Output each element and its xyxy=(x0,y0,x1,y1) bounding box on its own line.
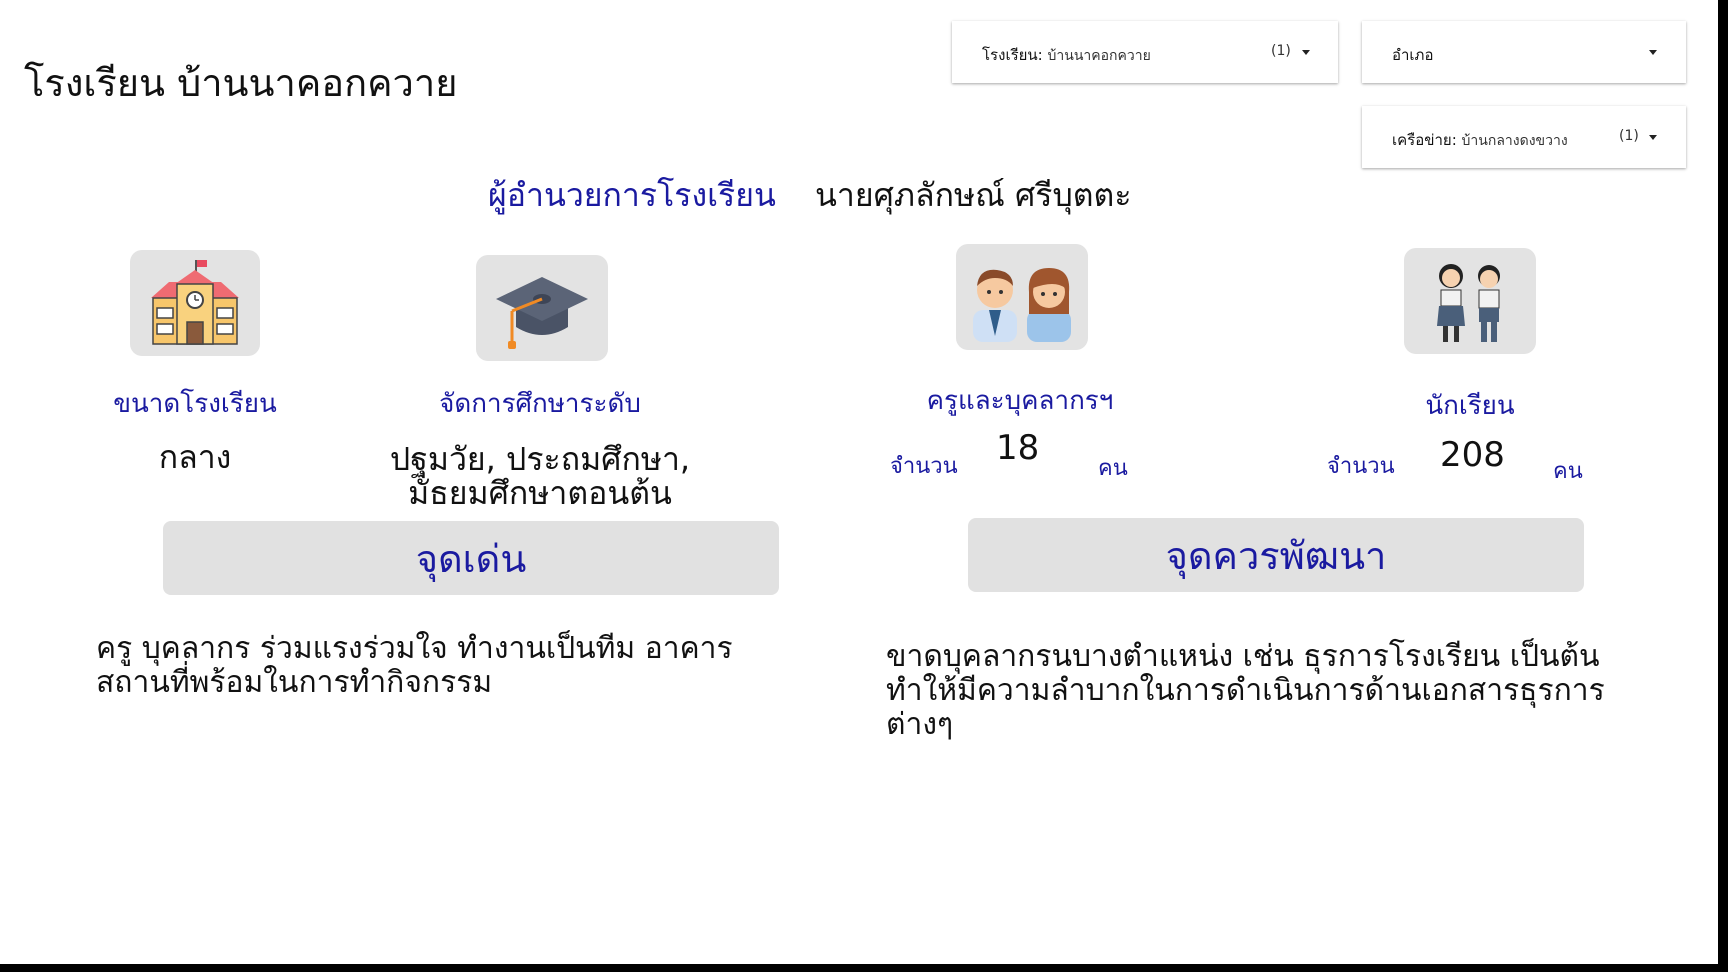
students-unit: คน xyxy=(1553,459,1583,484)
school-building-icon xyxy=(130,250,260,356)
school-size-value: กลาง xyxy=(158,438,232,476)
improvements-line: ทำให้มีความลำบากในการดำเนินการด้านเอกสาร… xyxy=(886,673,1605,708)
education-level-value-line2: มัธยมศึกษาตอนต้น xyxy=(408,474,672,512)
improvements-line: ขาดบุคลากรนบางตำแหน่ง เช่น ธุรการโรงเรีย… xyxy=(886,639,1600,674)
improvements-text: ขาดบุคลากรนบางตำแหน่ง เช่น ธุรการโรงเรีย… xyxy=(886,640,1686,742)
staff-label: ครูและบุคลากรฯ xyxy=(926,386,1114,416)
school-filter-dropdown[interactable]: โรงเรียน: บ้านนาคอกควาย (1) xyxy=(952,21,1338,83)
students-count: 208 xyxy=(1440,435,1505,475)
page-title: โรงเรียน บ้านนาคอกควาย xyxy=(24,61,458,105)
staff-prefix: จำนวน xyxy=(890,454,958,479)
school-size-label: ขนาดโรงเรียน xyxy=(113,389,277,419)
school-filter-value: บ้านนาคอกควาย xyxy=(1047,48,1151,64)
students-prefix: จำนวน xyxy=(1327,454,1395,479)
staff-unit: คน xyxy=(1098,456,1128,481)
network-filter-count: (1) xyxy=(1619,128,1639,144)
chevron-down-icon xyxy=(1649,50,1657,55)
network-filter-label: เครือข่าย xyxy=(1392,131,1452,149)
graduation-cap-icon xyxy=(476,255,608,361)
district-filter-dropdown[interactable]: อำเภอ xyxy=(1362,21,1686,83)
chevron-down-icon xyxy=(1302,50,1310,55)
network-filter-value: บ้านกลางดงขวาง xyxy=(1461,133,1568,149)
education-level-label: จัดการศึกษาระดับ xyxy=(439,389,641,419)
students-icon xyxy=(1404,248,1536,354)
school-filter-count: (1) xyxy=(1271,43,1291,59)
school-filter-label: โรงเรียน xyxy=(982,46,1038,64)
district-filter-label: อำเภอ xyxy=(1392,46,1434,64)
staff-count: 18 xyxy=(996,428,1040,468)
report-canvas: โรงเรียน บ้านนาคอกควาย โรงเรียน: บ้านนาค… xyxy=(0,0,1718,964)
students-label: นักเรียน xyxy=(1425,391,1515,421)
director-name: นายศุภลักษณ์ ศรีบุตตะ xyxy=(815,176,1132,214)
chevron-down-icon xyxy=(1649,135,1657,140)
improvements-line: ต่างๆ xyxy=(886,707,954,742)
teachers-icon xyxy=(956,244,1088,350)
strengths-line: สถานที่พร้อมในการทำกิจกรรม xyxy=(96,665,493,700)
improvements-header: จุดควรพัฒนา xyxy=(968,518,1584,592)
network-filter-dropdown[interactable]: เครือข่าย: บ้านกลางดงขวาง (1) xyxy=(1362,106,1686,168)
strengths-header: จุดเด่น xyxy=(163,521,779,595)
strengths-text: ครู บุคลากร ร่วมแรงร่วมใจ ทำงานเป็นทีม อ… xyxy=(96,632,816,700)
strengths-line: ครู บุคลากร ร่วมแรงร่วมใจ ทำงานเป็นทีม อ… xyxy=(96,631,733,666)
director-label: ผู้อำนวยการโรงเรียน xyxy=(488,176,776,214)
